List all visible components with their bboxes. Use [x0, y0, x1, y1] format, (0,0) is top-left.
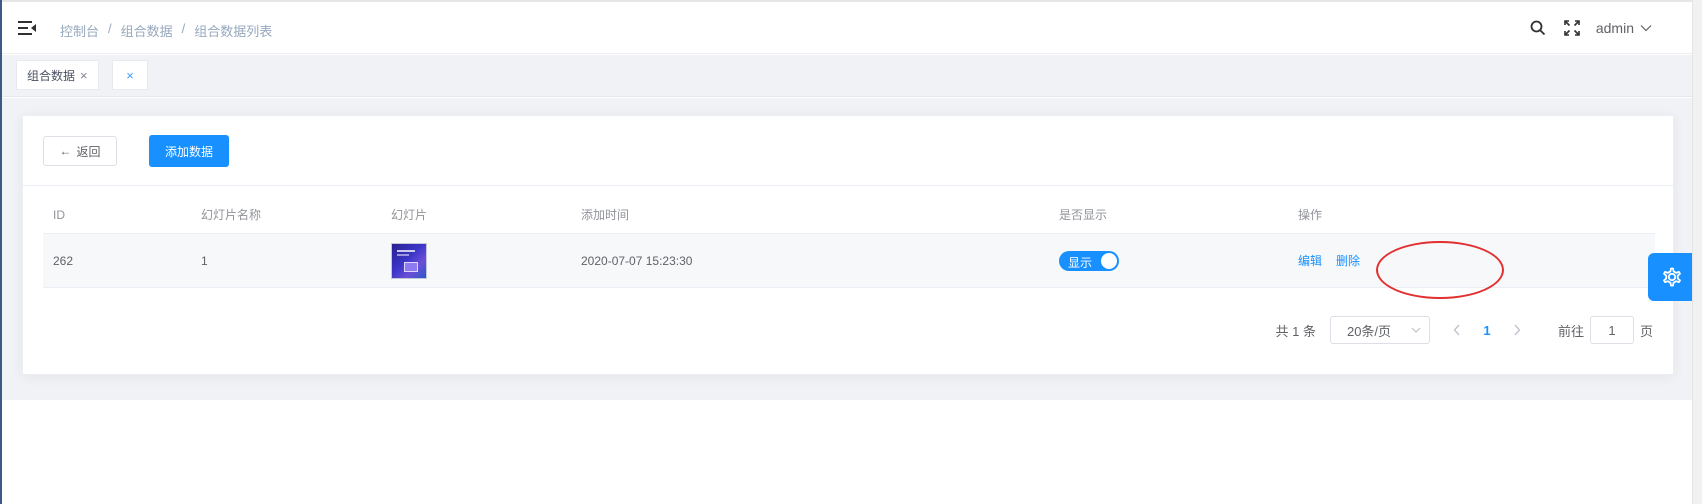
page-scrollbar[interactable] [1692, 0, 1702, 504]
delete-link[interactable]: 删除 [1336, 252, 1360, 269]
tag-label: 组合数据 [27, 68, 76, 83]
header-actions: admin [1514, 18, 1652, 38]
main-content-lower [2, 400, 1692, 504]
column-header-id: ID [53, 207, 65, 222]
breadcrumb-item-group-data[interactable]: 组合数据 [121, 21, 173, 40]
top-navbar: 控制台 / 组合数据 / 组合数据列表 admin [2, 2, 1692, 54]
tag-untitled[interactable]: × [112, 60, 148, 90]
data-table: ID 幻灯片名称 幻灯片 添加时间 是否显示 操作 262 1 2020-07-… [43, 196, 1655, 288]
goto-label: 前往 [1557, 323, 1584, 339]
user-name: admin [1595, 20, 1634, 36]
user-menu[interactable]: admin [1596, 20, 1652, 36]
column-header-slide: 幻灯片 [391, 208, 428, 222]
page-number-current[interactable]: 1 [1472, 316, 1502, 344]
fullscreen-icon[interactable] [1562, 18, 1582, 38]
add-data-button-label: 添加数据 [164, 144, 213, 159]
toggle-label: 显示 [1068, 255, 1093, 270]
tags-view-bar: 组合数据 × × [2, 55, 1692, 97]
page-size-select[interactable]: 20条/页 [1329, 316, 1430, 344]
close-icon[interactable]: × [80, 68, 88, 83]
settings-floating-button[interactable] [1648, 253, 1696, 301]
pagination: 共 1 条 20条/页 1 前往 页 [1275, 316, 1653, 344]
prev-page-button[interactable] [1442, 316, 1472, 344]
page-size-value: 20条/页 [1346, 323, 1392, 339]
table-header: ID 幻灯片名称 幻灯片 添加时间 是否显示 操作 [43, 196, 1655, 234]
page-suffix: 页 [1639, 323, 1653, 339]
cell-actions: 编辑 删除 [1298, 234, 1360, 287]
slide-thumbnail-image[interactable] [391, 242, 427, 279]
chevron-right-icon [1514, 324, 1521, 336]
cell-id: 262 [53, 253, 74, 268]
next-page-button[interactable] [1502, 316, 1532, 344]
cell-slide-name: 1 [201, 253, 208, 268]
column-header-slide-name: 幻灯片名称 [201, 208, 262, 222]
chevron-down-icon [1640, 25, 1652, 32]
column-header-created-time: 添加时间 [581, 208, 630, 222]
cell-is-visible: 显示 [1059, 234, 1119, 287]
back-button[interactable]: ← 返回 [43, 136, 117, 166]
table-row: 262 1 2020-07-07 15:23:30 显示 编辑 删除 [43, 234, 1655, 288]
chevron-down-icon [1411, 327, 1421, 333]
add-data-button[interactable]: 添加数据 [149, 135, 229, 167]
column-header-is-visible: 是否显示 [1059, 208, 1108, 222]
breadcrumb-item-group-data-list: 组合数据列表 [194, 24, 273, 39]
chevron-left-icon [1453, 324, 1460, 336]
search-icon[interactable] [1528, 18, 1548, 38]
tag-group-data[interactable]: 组合数据 × [16, 60, 99, 90]
goto-page-input[interactable] [1589, 316, 1634, 344]
back-button-label: 返回 [76, 144, 101, 159]
edit-link[interactable]: 编辑 [1298, 252, 1322, 269]
data-card: ← 返回 添加数据 ID 幻灯片名称 幻灯片 添加时间 是否显示 操作 262 … [22, 115, 1674, 375]
card-toolbar: ← 返回 添加数据 [23, 116, 1673, 186]
pagination-total: 共 1 条 [1275, 323, 1316, 339]
column-header-actions: 操作 [1298, 208, 1323, 222]
breadcrumb: 控制台 / 组合数据 / 组合数据列表 [60, 21, 272, 40]
visibility-toggle[interactable]: 显示 [1059, 250, 1119, 271]
arrow-left-icon: ← [59, 144, 72, 158]
breadcrumb-item-dashboard[interactable]: 控制台 [60, 21, 99, 40]
gear-icon [1663, 267, 1681, 287]
hamburger-menu-icon[interactable] [18, 20, 38, 36]
cell-slide [391, 234, 427, 287]
breadcrumb-separator: / [181, 21, 186, 36]
cell-created-time: 2020-07-07 15:23:30 [581, 253, 693, 268]
close-icon[interactable]: × [126, 68, 134, 83]
toggle-knob [1101, 252, 1117, 269]
breadcrumb-separator: / [108, 21, 112, 36]
